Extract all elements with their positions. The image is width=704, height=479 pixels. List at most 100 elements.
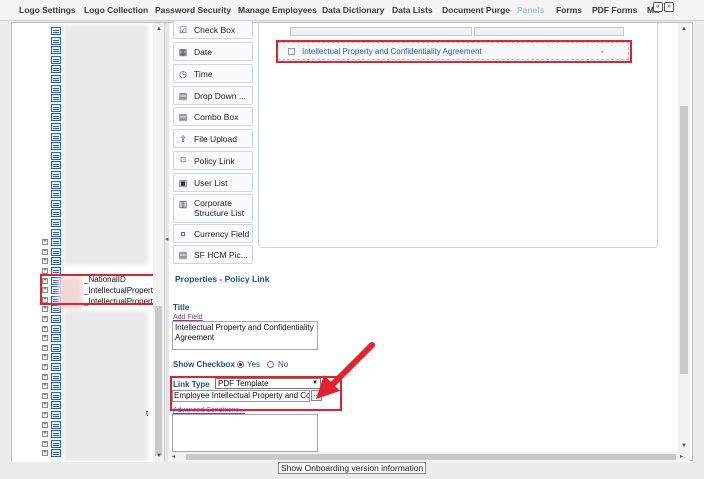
document-icon bbox=[51, 209, 61, 218]
scroll-down-icon[interactable]: ▼ bbox=[681, 443, 687, 449]
document-icon bbox=[51, 315, 61, 323]
canvas-cell[interactable] bbox=[290, 27, 472, 36]
annotation-arrow-icon bbox=[316, 342, 375, 399]
show-checkbox-label: Show Checkbox bbox=[173, 360, 235, 369]
scroll-up-icon[interactable]: ▲ bbox=[681, 26, 687, 32]
tool-date[interactable]: ▦ Date bbox=[173, 42, 253, 61]
expand-icon[interactable]: + bbox=[42, 258, 48, 265]
document-icon bbox=[51, 247, 61, 256]
document-icon bbox=[51, 142, 61, 151]
properties-scrollbar[interactable]: ▲ ▼ bbox=[678, 23, 690, 453]
tool-time[interactable]: ◷ Time bbox=[173, 64, 253, 83]
collapse-left-icon[interactable]: ◂ bbox=[165, 235, 169, 243]
field-highlight-box bbox=[276, 40, 632, 63]
tab-panels[interactable]: Panels bbox=[517, 5, 544, 15]
add-field-link[interactable]: Add Field bbox=[173, 314, 203, 321]
upload-icon: ⇪ bbox=[179, 134, 187, 144]
document-icon bbox=[51, 103, 61, 112]
advanced-conditions-textarea[interactable] bbox=[172, 414, 318, 452]
tree-scrollbar-thumb[interactable] bbox=[155, 306, 162, 456]
document-icon bbox=[51, 238, 61, 247]
document-icon bbox=[51, 36, 61, 45]
canvas-cell[interactable] bbox=[474, 27, 624, 36]
scroll-down-icon[interactable]: ▼ bbox=[156, 453, 162, 459]
tool-sf-hcm-picker[interactable]: ▤ SF HCM Pic... bbox=[173, 245, 253, 264]
expand-icon[interactable]: + bbox=[42, 402, 48, 409]
expand-icon[interactable]: + bbox=[42, 383, 48, 390]
tool-label: Corporate Structure List bbox=[194, 198, 245, 218]
document-icon bbox=[51, 401, 61, 410]
horizontal-scrollbar-thumb[interactable] bbox=[186, 454, 676, 460]
show-checkbox-no-radio[interactable] bbox=[267, 361, 274, 368]
tool-check-box[interactable]: ☑ Check Box bbox=[173, 20, 253, 39]
tab-prev-button[interactable]: « bbox=[653, 2, 663, 12]
title-textarea[interactable]: Intellectual Property and Confidentialit… bbox=[172, 321, 318, 350]
tab-forms[interactable]: Forms bbox=[556, 5, 582, 15]
properties-header: Properties - Policy Link bbox=[175, 274, 270, 284]
horizontal-scrollbar[interactable]: ◂ ▸ bbox=[168, 452, 690, 462]
tool-file-upload[interactable]: ⇪ File Upload bbox=[173, 129, 253, 148]
expand-icon[interactable]: + bbox=[42, 239, 48, 246]
document-icon bbox=[51, 382, 61, 391]
tool-drop-down[interactable]: ▤ Drop Down ... bbox=[173, 86, 253, 105]
expand-icon[interactable]: + bbox=[42, 248, 48, 255]
expand-icon[interactable]: + bbox=[42, 421, 48, 428]
document-icon bbox=[51, 27, 61, 35]
pane-splitter[interactable]: ◂ bbox=[164, 23, 169, 462]
tab-logo-settings[interactable]: Logo Settings bbox=[19, 5, 76, 15]
expand-icon[interactable]: + bbox=[42, 431, 48, 438]
field-tree: + + + + + + + + + + + + + + + + + + + + + + + _NationalID _Int… bbox=[12, 23, 164, 462]
checkbox-icon: ☑ bbox=[178, 25, 188, 35]
document-icon bbox=[51, 75, 61, 83]
expand-icon[interactable]: + bbox=[42, 450, 48, 457]
title-label: Title bbox=[173, 303, 190, 312]
document-icon bbox=[51, 123, 61, 131]
expand-icon[interactable]: + bbox=[42, 364, 48, 370]
expand-icon[interactable]: + bbox=[42, 392, 48, 399]
tool-user-list[interactable]: ▣ User List bbox=[173, 173, 253, 192]
expand-icon[interactable]: + bbox=[42, 354, 48, 361]
expand-icon[interactable]: + bbox=[42, 316, 48, 322]
tool-corporate-structure-list[interactable]: ▥ Corporate Structure List bbox=[173, 194, 253, 223]
expand-icon[interactable]: + bbox=[42, 325, 48, 332]
calendar-icon: ▦ bbox=[178, 47, 188, 57]
currency-icon: ¤ bbox=[180, 229, 186, 239]
advanced-conditions-link[interactable]: Advanced Conditions... bbox=[173, 407, 245, 414]
expand-icon[interactable]: + bbox=[42, 412, 48, 418]
tab-data-lists[interactable]: Data Lists bbox=[392, 5, 433, 15]
tab-pdf-forms[interactable]: PDF Forms bbox=[592, 5, 637, 15]
show-checkbox-yes-radio[interactable] bbox=[237, 361, 244, 368]
document-icon bbox=[51, 151, 61, 160]
tool-label: Time bbox=[194, 69, 213, 79]
expand-icon[interactable]: + bbox=[42, 306, 48, 313]
tool-policy-link[interactable]: ⊡ Policy Link bbox=[173, 151, 253, 170]
tab-logo-collection[interactable]: Logo Collection bbox=[84, 5, 148, 15]
tab-next-button[interactable]: » bbox=[664, 2, 674, 12]
expand-icon[interactable]: + bbox=[42, 373, 48, 380]
tree-scrollbar[interactable]: ▲ ▼ bbox=[153, 23, 164, 462]
scroll-right-icon[interactable]: ▸ bbox=[680, 453, 683, 460]
tab-document-purge[interactable]: Document Purge bbox=[442, 5, 510, 15]
document-icon bbox=[51, 228, 61, 237]
tool-combo-box[interactable]: ▤ Combo Box bbox=[173, 107, 253, 126]
expand-icon[interactable]: + bbox=[42, 335, 48, 342]
expand-icon[interactable]: + bbox=[42, 440, 48, 447]
tool-currency-field[interactable]: ¤ Currency Field bbox=[173, 224, 253, 243]
tab-data-dictionary[interactable]: Data Dictionary bbox=[322, 5, 384, 15]
document-icon bbox=[51, 199, 61, 208]
scroll-up-icon[interactable]: ▲ bbox=[156, 26, 162, 32]
show-onboarding-version-button[interactable]: Show Onboarding version information bbox=[278, 462, 427, 474]
document-icon bbox=[51, 94, 61, 103]
tool-label: Date bbox=[194, 47, 212, 57]
tool-label: Combo Box bbox=[194, 112, 239, 122]
tool-label: Drop Down ... bbox=[194, 91, 246, 101]
document-icon bbox=[51, 420, 61, 429]
document-icon bbox=[51, 324, 61, 333]
tab-manage-employees[interactable]: Manage Employees bbox=[238, 5, 317, 15]
tab-password-security[interactable]: Password Security bbox=[155, 5, 231, 15]
combobox-icon: ▤ bbox=[178, 112, 188, 122]
top-tab-bar: Logo Settings Logo Collection Password S… bbox=[0, 0, 704, 21]
scroll-left-icon[interactable]: ◂ bbox=[172, 453, 175, 460]
properties-scrollbar-thumb[interactable] bbox=[680, 106, 688, 374]
expand-icon[interactable]: + bbox=[42, 344, 48, 351]
